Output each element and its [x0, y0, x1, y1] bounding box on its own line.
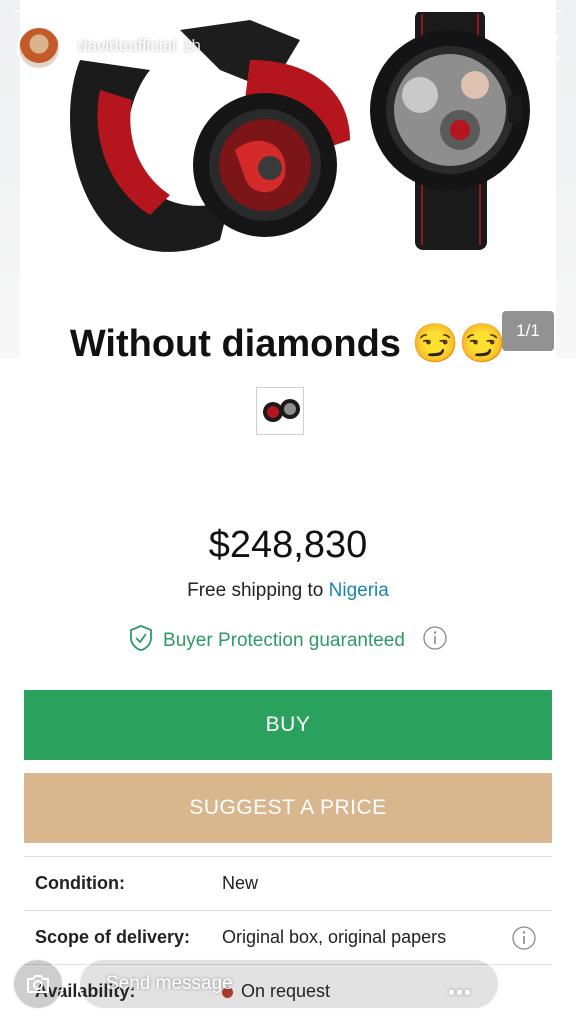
info-icon[interactable] — [423, 626, 447, 656]
send-message-placeholder: Send message — [106, 973, 233, 994]
buy-button[interactable]: BUY — [24, 690, 552, 760]
detail-value: New — [222, 873, 259, 893]
avatar[interactable] — [17, 26, 61, 70]
camera-button[interactable] — [12, 958, 64, 1010]
story-progress-bar — [14, 10, 562, 12]
camera-icon — [27, 975, 49, 993]
story-caption: Without diamonds 😏😏 — [69, 323, 507, 365]
suggest-price-button[interactable]: SUGGEST A PRICE — [24, 773, 552, 843]
send-icon[interactable] — [522, 970, 554, 1000]
more-icon[interactable]: ••• — [448, 982, 472, 1005]
buyer-protection-label: Buyer Protection guaranteed — [163, 630, 405, 651]
story-user[interactable]: davidoofficial 1h — [78, 36, 201, 56]
product-thumbnail[interactable] — [256, 387, 304, 435]
shield-check-icon — [129, 624, 153, 658]
shipping-label: Free shipping to — [187, 580, 329, 601]
username[interactable]: davidoofficial — [78, 36, 176, 55]
close-icon[interactable] — [534, 34, 560, 60]
story-time: 1h — [181, 36, 201, 55]
shipping-country-link[interactable]: Nigeria — [329, 580, 389, 601]
story-reply-bar: Send message ••• — [0, 944, 576, 1024]
shipping-info: Free shipping to Nigeria — [0, 580, 576, 602]
detail-label: Condition: — [35, 873, 125, 893]
send-message-input[interactable]: Send message ••• — [78, 958, 500, 1010]
buyer-protection: Buyer Protection guaranteed — [0, 624, 576, 658]
product-price: $248,830 — [208, 524, 368, 566]
detail-row-condition: Condition: New — [24, 856, 552, 910]
